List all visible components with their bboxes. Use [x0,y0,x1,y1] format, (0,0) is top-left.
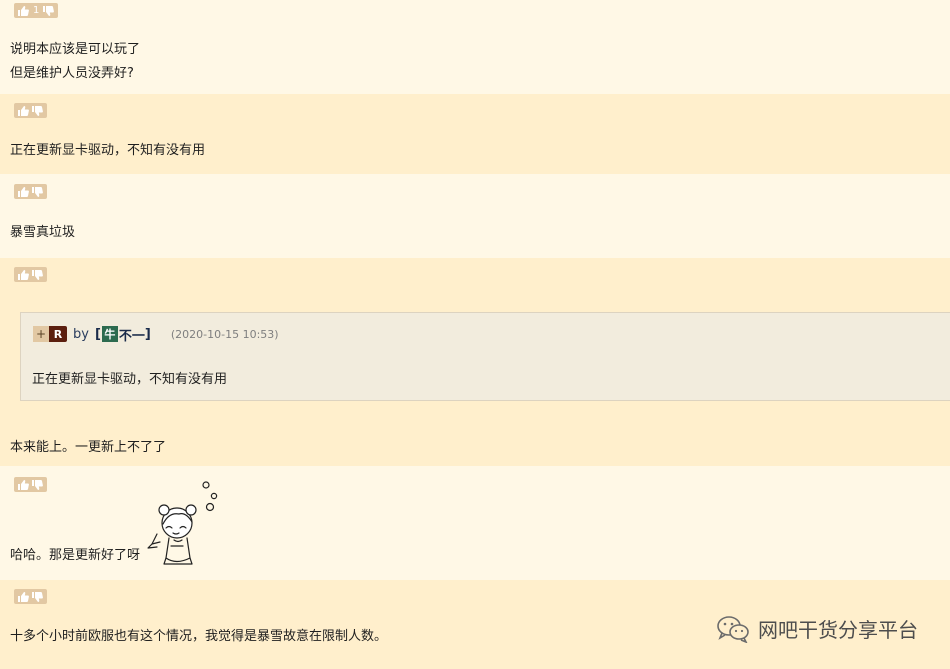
post-text-line: 说明本应该是可以玩了 [10,42,141,57]
post-text-line: 本来能上。一更新上不了了 [10,440,167,455]
user-avatar-icon: 牛 [101,326,118,342]
vote-count: 1 [33,5,40,16]
quoted-username[interactable]: [ 牛 不一 ] [95,325,151,344]
post-text-line: 暴雪真垃圾 [10,225,76,240]
quote-text: 正在更新显卡驱动，不知有没有用 [32,372,228,387]
thumbs-down-icon[interactable] [32,479,43,490]
vote-widget [14,589,47,604]
watermark: 网吧干货分享平台 [716,614,918,643]
reply-post: 1 说明本应该是可以玩了 但是维护人员没弄好? [0,0,950,94]
thumbs-down-icon[interactable] [43,5,55,16]
post-text-line: 但是维护人员没弄好? [10,66,134,81]
reply-post: 哈哈。那是更新好了呀 [0,466,950,580]
vote-widget [14,267,47,282]
thumbs-down-icon[interactable] [32,591,43,602]
expand-button[interactable]: + [33,326,49,342]
thumbs-down-icon[interactable] [32,105,43,116]
quote-timestamp: (2020-10-15 10:53) [170,327,279,341]
cartoon-girl-sticker [147,481,218,565]
vote-widget: 1 [14,3,59,18]
thumbs-up-icon[interactable] [18,591,29,602]
post-text-line: 哈哈。那是更新好了呀 [10,548,141,563]
post-text-line: 正在更新显卡驱动，不知有没有用 [10,143,206,158]
reply-badge[interactable]: R [49,326,67,342]
reply-post: + R by [ 牛 不一 ] (2020-10-15 10:53) 正在更新显… [0,258,950,466]
thumbs-down-icon[interactable] [32,186,43,197]
by-label: by [73,326,89,342]
post-text-line: 十多个小时前欧服也有这个情况，我觉得是暴雪故意在限制人数。 [10,629,388,644]
thumbs-down-icon[interactable] [32,269,43,280]
reply-post: 暴雪真垃圾 [0,174,950,258]
bracket-close: ] [144,326,151,342]
vote-widget [14,184,47,199]
watermark-text: 网吧干货分享平台 [758,618,918,642]
thumbs-up-icon[interactable] [18,186,29,197]
quote-header: + R by [ 牛 不一 ] (2020-10-15 10:53) [33,325,279,344]
thumbs-up-icon[interactable] [18,269,29,280]
vote-widget [14,477,47,492]
thumbs-up-icon[interactable] [18,479,29,490]
username-text: 不一 [118,328,145,344]
vote-widget [14,103,47,118]
thumbs-up-icon[interactable] [18,105,29,116]
reply-post: 正在更新显卡驱动，不知有没有用 [0,94,950,174]
quote-block: + R by [ 牛 不一 ] (2020-10-15 10:53) 正在更新显… [20,312,950,401]
bracket-open: [ [94,326,101,342]
thumbs-up-icon[interactable] [18,5,29,16]
wechat-icon [717,615,749,643]
